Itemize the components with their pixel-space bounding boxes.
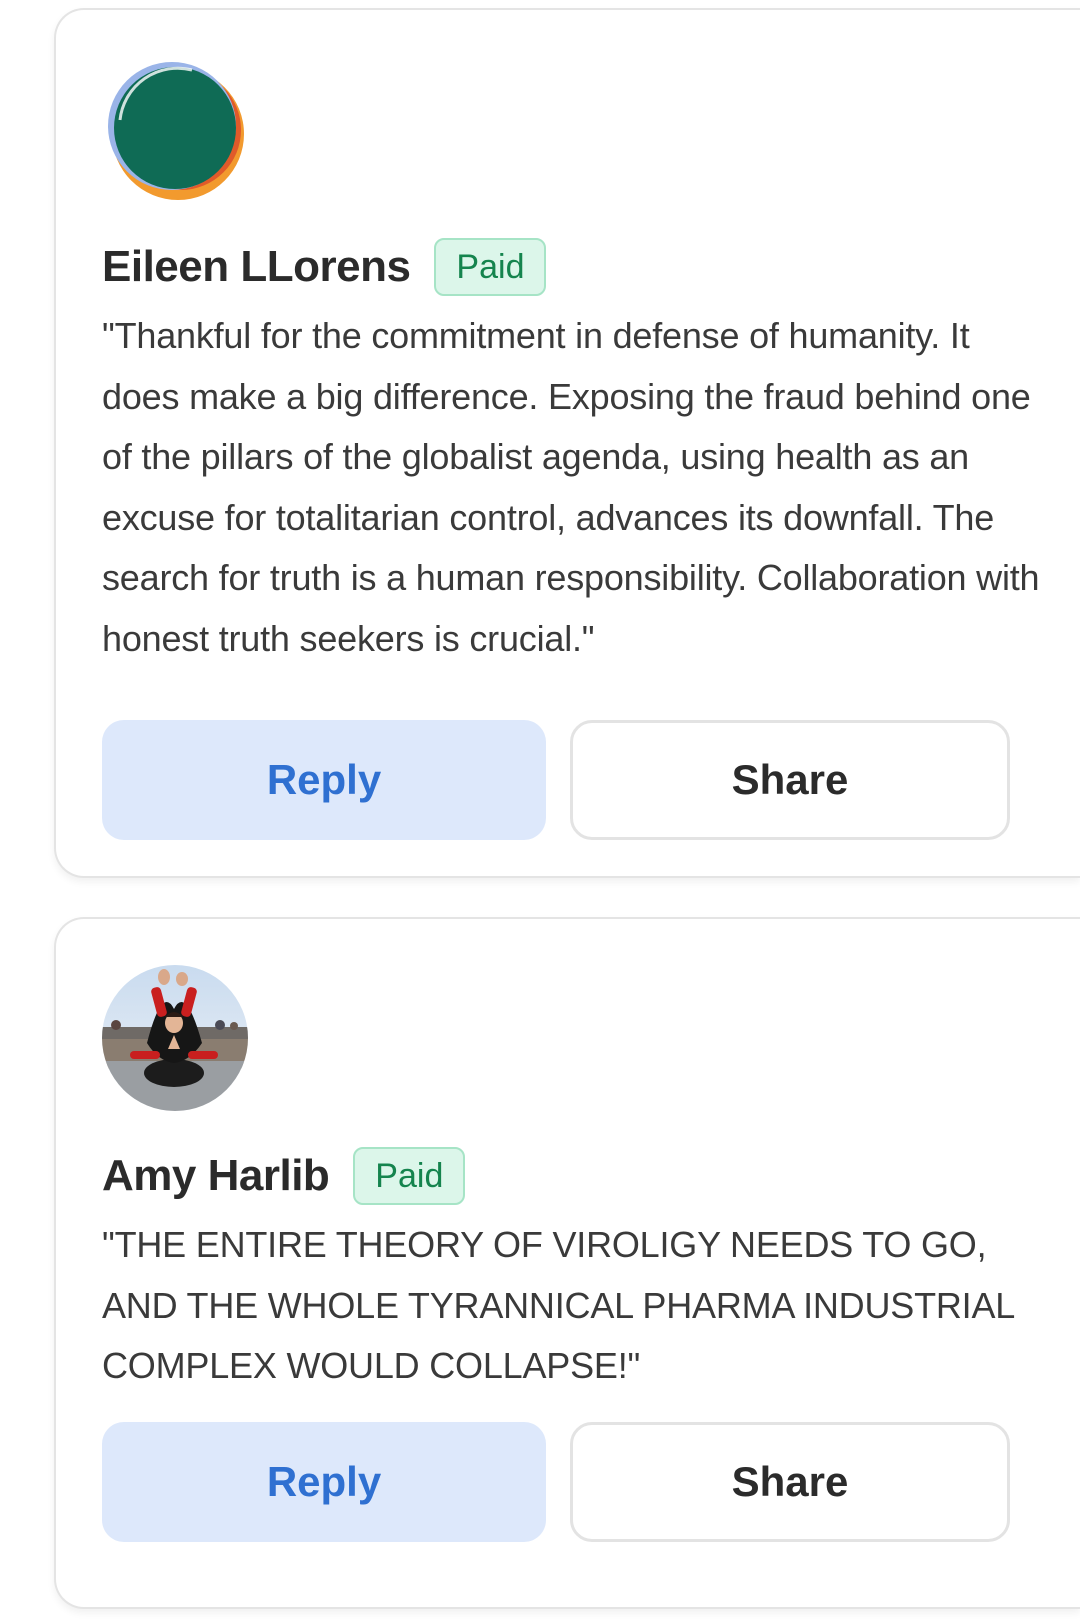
abstract-green-orange-avatar-icon [102, 56, 248, 202]
share-button[interactable]: Share [570, 1422, 1010, 1542]
avatar[interactable] [102, 56, 248, 202]
reply-button[interactable]: Reply [102, 720, 546, 840]
comments-feed: Eileen LLorens Paid "Thankful for the co… [0, 0, 1080, 1622]
author-row: Eileen LLorens Paid [102, 238, 547, 296]
author-row: Amy Harlib Paid [102, 1147, 466, 1205]
comment-actions: Reply Share [102, 1422, 1010, 1542]
comment-text: "Thankful for the commitment in defense … [102, 315, 1040, 659]
avatar[interactable] [102, 965, 248, 1111]
comment-actions: Reply Share [102, 720, 1010, 840]
paid-badge: Paid [353, 1147, 466, 1205]
paid-badge: Paid [434, 238, 547, 296]
author-name[interactable]: Eileen LLorens [102, 242, 411, 292]
share-button[interactable]: Share [570, 720, 1010, 840]
yoga-pose-photo-avatar-icon [102, 965, 248, 1111]
comment-card: Amy Harlib Paid "THE ENTIRE THEORY OF VI… [54, 917, 1080, 1609]
comment-card: Eileen LLorens Paid "Thankful for the co… [54, 8, 1080, 878]
author-name[interactable]: Amy Harlib [102, 1151, 330, 1201]
reply-button[interactable]: Reply [102, 1422, 546, 1542]
comment-text: "THE ENTIRE THEORY OF VIROLIGY NEEDS TO … [102, 1224, 1014, 1386]
